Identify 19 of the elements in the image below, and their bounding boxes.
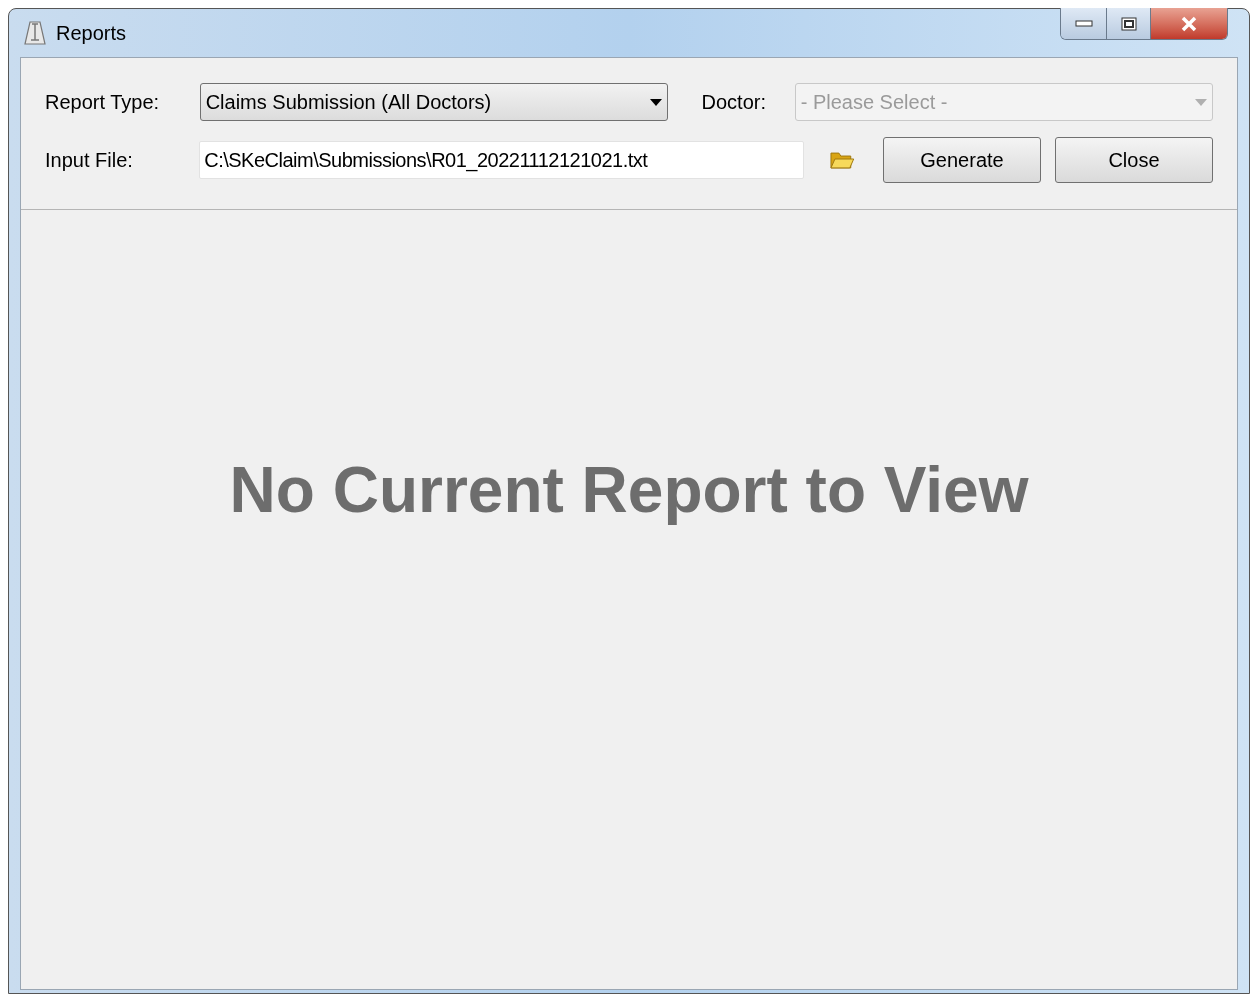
minimize-button[interactable] (1061, 8, 1107, 39)
maximize-button[interactable] (1107, 8, 1151, 39)
generate-button[interactable]: Generate (883, 137, 1041, 183)
app-icon (22, 20, 48, 46)
dropdown-arrow-icon (1195, 98, 1207, 106)
close-button[interactable]: Close (1055, 137, 1213, 183)
maximize-icon (1120, 16, 1137, 31)
field-label: Doctor: (701, 90, 767, 115)
close-window-button[interactable] (1151, 8, 1227, 39)
field-label: Report Type: (45, 90, 161, 115)
minimize-icon (1074, 20, 1093, 27)
dropdown-arrow-icon (649, 98, 662, 106)
window-title: Reports (56, 21, 127, 46)
folder-icon[interactable] (829, 149, 855, 171)
empty-report-message: No Current Report to View (229, 453, 1029, 528)
field-label: Input File: (45, 148, 134, 173)
close-icon (1180, 15, 1198, 32)
report-type-dropdown[interactable]: Claims Submission (All Doctors) (199, 83, 668, 121)
input-file-field[interactable]: C:\SKeClaim\Submissions\R01_20221112121021.txt (199, 141, 805, 179)
